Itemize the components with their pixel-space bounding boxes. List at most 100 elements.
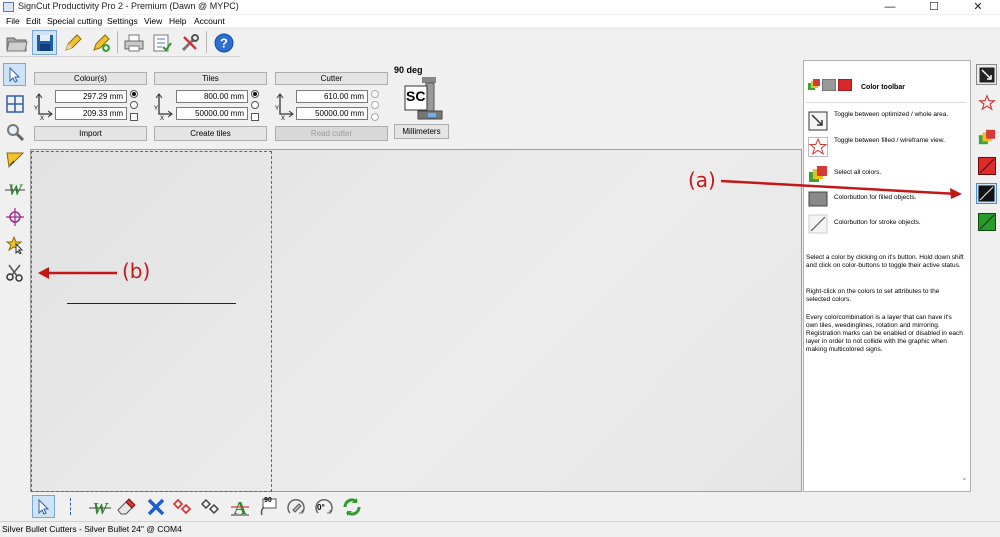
- green-color-button[interactable]: [976, 211, 997, 232]
- menu-bar: File Edit Special cutting Settings View …: [0, 15, 1000, 27]
- app-icon: [3, 2, 14, 12]
- colours-radio-1[interactable]: [130, 90, 138, 98]
- menu-account[interactable]: Account: [194, 16, 225, 26]
- optimize-area-toggle[interactable]: [976, 64, 997, 85]
- maximize-button[interactable]: ☐: [912, 0, 956, 14]
- refresh-button[interactable]: [340, 495, 363, 518]
- axis-y-label: Y: [34, 106, 38, 112]
- floppy-disk-icon: [36, 34, 53, 51]
- rotate-90-label: 90: [264, 497, 272, 504]
- text-a-icon: A: [230, 498, 249, 517]
- draw-tool[interactable]: [3, 148, 26, 171]
- rotate-free-button[interactable]: [284, 495, 307, 518]
- settings-tools-button[interactable]: [177, 30, 202, 55]
- star-cursor-tool[interactable]: [3, 233, 26, 256]
- outline-marks-button[interactable]: [200, 495, 223, 518]
- close-button[interactable]: ✕: [956, 0, 1000, 14]
- red-color-button[interactable]: [976, 155, 997, 176]
- gray-color-icon: [822, 79, 836, 91]
- axis-y-label: Y: [154, 106, 158, 112]
- menu-settings[interactable]: Settings: [107, 16, 138, 26]
- printer-icon: [124, 34, 143, 51]
- colours-checkbox[interactable]: [130, 113, 138, 121]
- menu-file[interactable]: File: [6, 16, 20, 26]
- read-cutter-button[interactable]: Read cutter: [275, 126, 388, 141]
- help-paragraph: Every colorcombination is a layer that c…: [806, 314, 963, 353]
- outline-diamonds-icon: [200, 498, 219, 514]
- window-title: SignCut Productivity Pro 2 - Premium (Da…: [18, 1, 239, 11]
- toolbar-separator: [206, 31, 207, 53]
- tiles-x-field[interactable]: 800.00 mm: [176, 90, 248, 103]
- tiles-y-field[interactable]: 50000.00 mm: [176, 107, 248, 120]
- optimize-area-icon: [979, 67, 994, 82]
- cutter-header: Cutter: [275, 72, 388, 85]
- help-item-text: Colorbutton for stroke objects.: [834, 219, 921, 226]
- weed-tool[interactable]: W: [3, 177, 26, 200]
- text-tool-button[interactable]: A: [228, 495, 251, 518]
- drawn-line-object[interactable]: [67, 303, 236, 304]
- colours-y-field[interactable]: 209.33 mm: [55, 107, 127, 120]
- help-scrollbar[interactable]: ⌄: [961, 63, 970, 487]
- erase-weed-button[interactable]: [114, 495, 137, 518]
- edit-pencil-button[interactable]: [60, 30, 85, 55]
- add-pencil-button[interactable]: [88, 30, 113, 55]
- rotation-label: 90 deg: [394, 65, 423, 75]
- cutter-x-field[interactable]: 610.00 mm: [296, 90, 368, 103]
- menu-view[interactable]: View: [144, 16, 162, 26]
- fill-color-icon: [808, 191, 828, 207]
- help-circle-icon: ?: [214, 33, 233, 52]
- select-tool[interactable]: [3, 63, 26, 86]
- rotate-90-button[interactable]: 90: [256, 495, 279, 518]
- colours-x-field[interactable]: 297.29 mm: [55, 90, 127, 103]
- rotate-0-button[interactable]: 0°: [312, 495, 335, 518]
- menu-help[interactable]: Help: [169, 16, 186, 26]
- colours-radio-2[interactable]: [130, 101, 138, 109]
- eraser-icon: [116, 497, 136, 514]
- main-toolbar: ?: [0, 28, 240, 57]
- checklist-button[interactable]: [149, 30, 174, 55]
- select-all-colors-icon: [808, 79, 820, 90]
- help-paragraph: Select a color by clicking on it's butto…: [806, 254, 964, 269]
- tiles-radio-1[interactable]: [251, 90, 259, 98]
- grid-tool[interactable]: [3, 92, 26, 115]
- orientation-preview[interactable]: SC: [404, 76, 446, 120]
- open-button[interactable]: [4, 30, 29, 55]
- select-all-colors-button[interactable]: [976, 126, 997, 147]
- zoom-tool[interactable]: [3, 120, 26, 143]
- knife-tool[interactable]: [3, 261, 26, 284]
- import-button[interactable]: Import: [34, 126, 147, 141]
- cutter-radio-2[interactable]: [371, 101, 379, 109]
- registration-marks-button[interactable]: [172, 495, 195, 518]
- axis-x-label: X: [160, 116, 164, 120]
- red-color-icon: [977, 156, 996, 175]
- delete-button[interactable]: [144, 495, 167, 518]
- tiles-checkbox[interactable]: [251, 113, 259, 121]
- units-button[interactable]: Millimeters: [394, 124, 449, 139]
- drawing-canvas[interactable]: [30, 149, 802, 492]
- annotation-label-a: (a): [688, 168, 716, 192]
- scroll-down-icon[interactable]: ⌄: [961, 473, 968, 482]
- print-button[interactable]: [121, 30, 146, 55]
- create-tiles-button[interactable]: Create tiles: [154, 126, 267, 141]
- media-page-area: [31, 151, 272, 492]
- weed-button[interactable]: W: [88, 495, 111, 518]
- menu-edit[interactable]: Edit: [26, 16, 41, 26]
- bottom-toolbar: W A 90 0°: [30, 494, 410, 520]
- wireframe-star-icon: [808, 137, 828, 157]
- bottom-select-tool[interactable]: [32, 495, 55, 518]
- tiles-radio-2[interactable]: [251, 101, 259, 109]
- toolbar-separator: [117, 31, 118, 53]
- cutter-radio-3[interactable]: [371, 113, 379, 121]
- help-button[interactable]: ?: [211, 30, 236, 55]
- axis-y-label: Y: [275, 106, 279, 112]
- help-panel: Color toolbar Toggle between optimized /…: [803, 60, 971, 492]
- save-button[interactable]: [32, 30, 57, 55]
- wireframe-toggle[interactable]: [976, 92, 997, 113]
- pen-draw-icon: [5, 152, 24, 168]
- cutter-y-field[interactable]: 50000.00 mm: [296, 107, 368, 120]
- black-color-button[interactable]: [976, 183, 997, 204]
- registration-mark-tool[interactable]: [3, 205, 26, 228]
- cutter-radio-1[interactable]: [371, 90, 379, 98]
- minimize-button[interactable]: —: [868, 0, 912, 14]
- menu-special-cutting[interactable]: Special cutting: [47, 16, 102, 26]
